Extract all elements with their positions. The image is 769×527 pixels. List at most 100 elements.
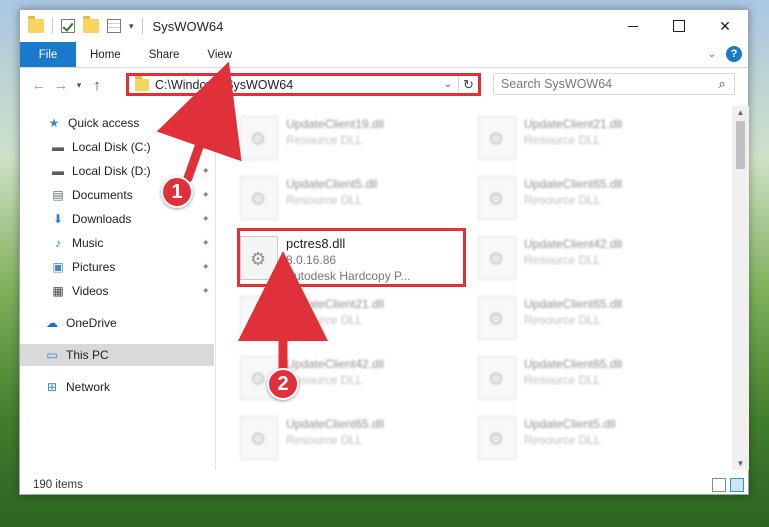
sidebar-item-quick-access[interactable]: ★ Quick access [46,112,214,134]
sidebar-item-videos[interactable]: ▦ Videos ✦ [50,280,214,302]
address-bar[interactable]: C:\Windows\SysWOW64 ⌄ ↻ [126,73,481,96]
file-type: Resource DLL [286,433,363,447]
scrollbar-thumb[interactable] [736,121,745,169]
minimize-button[interactable] [610,10,656,42]
sidebar-item-label: Network [66,380,111,394]
address-path[interactable]: C:\Windows\SysWOW64 [155,78,444,92]
sidebar-item-label: This PC [66,348,109,362]
details-view-icon[interactable] [712,478,726,492]
back-button[interactable]: ← [28,77,50,94]
sidebar-item-downloads[interactable]: ⬇ Downloads ✦ [50,208,214,230]
pin-icon[interactable]: ✦ [202,214,210,225]
scroll-up-icon[interactable]: ▲ [732,108,749,117]
file-type: Resource DLL [524,253,601,267]
dll-file-icon [478,416,516,460]
step-badge-1: 1 [161,176,193,208]
pin-icon[interactable]: ✦ [202,190,210,201]
address-dropdown-icon[interactable]: ⌄ [444,79,452,90]
sidebar-item-pictures[interactable]: ▣ Pictures ✦ [50,256,214,278]
window-title: SysWOW64 [152,18,224,34]
file-name: UpdateClient42.dll [286,357,385,371]
refresh-button[interactable]: ↻ [458,76,478,93]
search-box[interactable]: Search SysWOW64 ⌕ [493,73,735,95]
file-name: UpdateClient42.dll [524,237,623,251]
file-item[interactable]: UpdateClient21.dll Resource DLL [472,112,698,166]
pane-divider[interactable] [215,106,216,470]
file-item[interactable]: UpdateClient65.dll Resource DLL [472,352,698,406]
quick-access-toolbar: ▾ [20,16,143,34]
file-type: Resource DLL [286,313,363,327]
pin-icon[interactable]: ✦ [202,262,210,273]
properties-icon[interactable] [107,19,121,33]
file-type: Resource DLL [524,313,601,327]
file-type: Resource DLL [286,133,363,147]
expand-ribbon-icon[interactable]: ⌄ [708,49,716,60]
forward-button[interactable]: → [50,77,72,94]
search-icon[interactable]: ⌕ [714,76,730,92]
up-button[interactable]: ↑ [86,77,108,94]
file-list: UpdateClient19.dll Resource DLL UpdateCli… [220,106,732,470]
properties-check-icon[interactable] [61,19,75,33]
pictures-icon: ▣ [52,260,64,274]
folder-icon [135,75,149,91]
file-name: UpdateClient65.dll [524,297,623,311]
pin-icon[interactable]: ✦ [202,166,210,177]
file-highlight-box [237,228,466,287]
help-icon[interactable]: ? [726,46,742,62]
sidebar-item-onedrive[interactable]: ☁ OneDrive [44,312,214,334]
search-input[interactable]: Search SysWOW64 [501,77,714,91]
pin-icon[interactable]: ✦ [202,286,210,297]
tab-home[interactable]: Home [76,42,135,67]
file-name: UpdateClient65.dll [524,357,623,371]
maximize-button[interactable] [656,10,702,42]
tab-file[interactable]: File [20,42,76,67]
file-name: UpdateClient21.dll [524,117,623,131]
sidebar-item-network[interactable]: ⊞ Network [44,376,214,398]
dll-file-icon [478,116,516,160]
sidebar-item-label: Local Disk (C:) [72,140,151,154]
folder-icon [28,16,44,33]
navigation-bar: ← → ▾ ↑ C:\Windows\SysWOW64 ⌄ ↻ Search S… [20,69,748,101]
drive-icon: ▬ [52,140,64,154]
file-item[interactable]: UpdateClient19.dll Resource DLL [234,112,460,166]
dll-file-icon [240,176,278,220]
file-item[interactable]: UpdateClient65.dll Resource DLL [472,292,698,346]
file-type: Resource DLL [286,373,363,387]
pin-icon[interactable]: ✦ [202,238,210,249]
sidebar-item-label: Documents [72,188,133,202]
file-item[interactable]: UpdateClient42.dll Resource DLL [472,232,698,286]
vertical-scrollbar[interactable]: ▲ ▼ [732,106,749,470]
new-folder-icon[interactable] [83,16,99,33]
sidebar-item-label: Music [72,236,104,250]
item-count: 190 items [33,479,83,491]
recent-locations-button[interactable]: ▾ [72,80,86,91]
sidebar-item-label: Quick access [68,116,140,130]
dll-file-icon [240,416,278,460]
large-icons-view-icon[interactable] [730,478,744,492]
close-button[interactable]: ✕ [702,10,748,42]
file-item[interactable]: UpdateClient21.dll Resource DLL [234,292,460,346]
tab-view[interactable]: View [193,42,246,67]
sidebar-item-music[interactable]: ♪ Music ✦ [50,232,214,254]
file-item[interactable]: UpdateClient5.dll Resource DLL [472,412,698,466]
file-type: Resource DLL [524,193,601,207]
pin-icon[interactable]: ✦ [202,142,210,153]
sidebar-item-label: Local Disk (D:) [72,164,151,178]
sidebar-item-local-disk-d[interactable]: ▬ Local Disk (D:) ✦ [50,160,214,182]
file-item[interactable]: UpdateClient65.dll Resource DLL [472,172,698,226]
sidebar-item-this-pc[interactable]: ▭ This PC [20,344,214,366]
scroll-down-icon[interactable]: ▼ [732,459,749,468]
file-type: Resource DLL [524,133,601,147]
tab-share[interactable]: Share [135,42,194,67]
videos-icon: ▦ [52,284,64,298]
file-name: UpdateClient21.dll [286,297,385,311]
star-icon: ★ [48,116,60,130]
documents-icon: ▤ [52,188,64,202]
sidebar-item-label: Videos [72,284,109,298]
title-bar: ▾ SysWOW64 ✕ [20,10,748,42]
customize-qat-icon[interactable]: ▾ [129,21,134,32]
file-item[interactable]: UpdateClient5.dll Resource DLL [234,172,460,226]
sidebar-item-local-disk-c[interactable]: ▬ Local Disk (C:) ✦ [50,136,214,158]
computer-icon: ▭ [46,348,58,362]
file-item[interactable]: UpdateClient65.dll Resource DLL [234,412,460,466]
